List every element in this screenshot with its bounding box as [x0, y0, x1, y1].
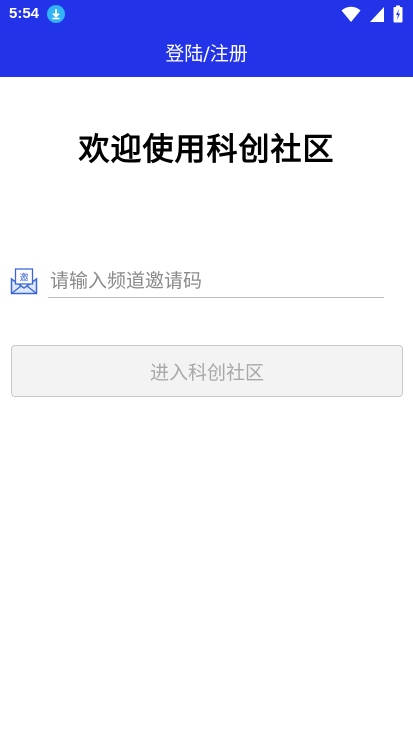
status-bar: 5:54: [0, 0, 413, 28]
download-icon: [47, 5, 65, 23]
status-time: 5:54: [9, 5, 40, 22]
enter-button-label: 进入科创社区: [149, 361, 264, 384]
signal-icon: [369, 7, 384, 22]
battery-charging-icon: [393, 5, 403, 23]
welcome-heading: 欢迎使用科创社区: [78, 132, 335, 168]
invite-envelope-icon: 邀: [10, 266, 38, 296]
app-bar: 登陆/注册: [0, 28, 413, 77]
invite-icon-text: 邀: [19, 272, 28, 284]
enter-community-button[interactable]: 进入科创社区: [11, 345, 403, 397]
wifi-icon: [341, 6, 361, 22]
invite-code-input[interactable]: [48, 265, 384, 298]
page-title: 登陆/注册: [165, 43, 248, 65]
